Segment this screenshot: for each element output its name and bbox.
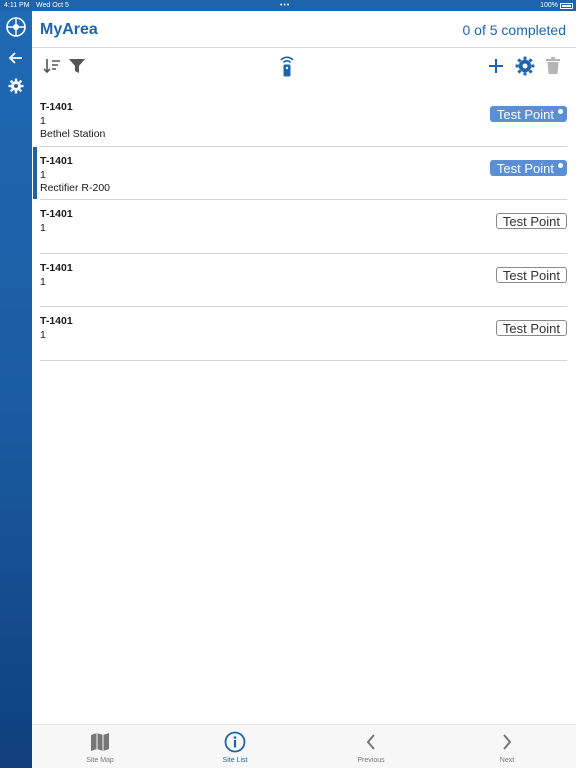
chevron-left-icon (359, 731, 383, 753)
nav-label: Next (499, 757, 515, 764)
site-list: T-1401 1 Bethel Station Test Point T-140… (32, 93, 576, 361)
site-number: 1 (40, 329, 46, 341)
site-id: T-1401 (40, 208, 73, 220)
sidebar-settings-icon[interactable] (4, 74, 28, 98)
settings-icon[interactable] (513, 54, 537, 78)
status-bar: 4:11 PM Wed Oct 5 ••• 100% (0, 0, 576, 11)
list-item[interactable]: T-1401 1 Test Point (40, 254, 567, 307)
toolbar (32, 48, 576, 84)
site-id: T-1401 (40, 315, 73, 327)
badge-label: Test Point (502, 321, 560, 336)
info-icon (223, 731, 247, 753)
test-point-badge[interactable]: Test Point (495, 213, 567, 229)
list-item[interactable]: T-1401 1 Test Point (40, 200, 567, 254)
status-time: 4:11 PM (4, 2, 30, 9)
nav-label: Site Map (86, 757, 114, 764)
status-date: Wed Oct 5 (36, 2, 69, 9)
battery-icon (560, 3, 573, 9)
site-number: 1 (40, 168, 46, 181)
trash-icon[interactable] (541, 54, 565, 78)
site-number: 1 (40, 115, 46, 127)
badge-label: Test Point (502, 267, 560, 283)
bottom-nav: Site Map Site List Previous Next (32, 724, 576, 768)
multitasking-dots-icon: ••• (280, 2, 291, 9)
site-id: T-1401 (40, 101, 73, 113)
map-icon (88, 731, 112, 753)
page-header: MyArea 0 of 5 completed (32, 11, 576, 48)
list-item[interactable]: T-1401 1 Test Point (40, 307, 567, 361)
nav-previous[interactable]: Previous (331, 725, 411, 769)
completion-status: 0 of 5 completed (462, 22, 566, 38)
page-title: MyArea (40, 21, 98, 38)
sidebar (0, 11, 32, 768)
nav-label: Site List (222, 757, 248, 764)
add-icon[interactable] (484, 54, 508, 78)
list-item[interactable]: T-1401 1 Rectifier R-200 Test Point (33, 146, 567, 200)
app-logo-icon[interactable] (4, 15, 28, 39)
back-arrow-icon[interactable] (4, 46, 28, 70)
test-point-badge[interactable]: Test Point (495, 266, 567, 283)
badge-label: Test Point (496, 160, 554, 176)
site-name: Rectifier R-200 (40, 181, 111, 194)
status-battery-text: 100% (540, 2, 558, 9)
site-number: 1 (40, 275, 46, 288)
site-id: T-1401 (40, 261, 73, 274)
test-point-badge[interactable]: Test Point (489, 159, 567, 176)
status-dot-icon (558, 109, 563, 114)
filter-icon[interactable] (65, 54, 89, 78)
nav-label: Previous (357, 757, 385, 764)
nav-site-map[interactable]: Site Map (60, 725, 140, 769)
status-dot-icon (558, 162, 563, 168)
test-point-badge[interactable]: Test Point (495, 320, 567, 336)
chevron-right-icon (495, 731, 519, 753)
nav-site-list[interactable]: Site List (195, 725, 275, 769)
site-id: T-1401 (40, 154, 73, 167)
site-number: 1 (40, 222, 46, 234)
sort-icon[interactable] (40, 54, 64, 78)
site-name: Bethel Station (40, 128, 106, 140)
badge-label: Test Point (502, 214, 560, 229)
list-item[interactable]: T-1401 1 Bethel Station Test Point (40, 93, 567, 147)
badge-label: Test Point (496, 107, 554, 122)
nav-next[interactable]: Next (467, 725, 547, 769)
test-point-badge[interactable]: Test Point (489, 106, 567, 122)
remote-icon[interactable] (275, 54, 299, 78)
